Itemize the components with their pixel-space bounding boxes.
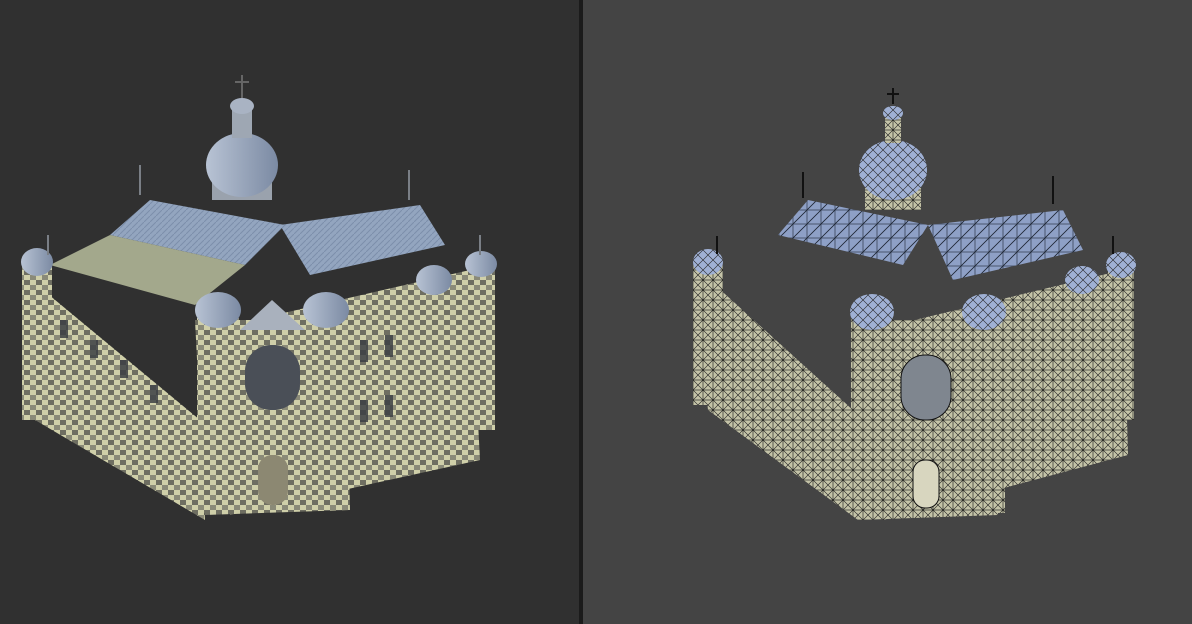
shaded-building-render [21,75,497,520]
tower-front-left-wire [850,294,894,513]
wireframe-building-render [693,88,1136,520]
front-door [258,455,288,505]
right-roof [280,205,445,275]
dome-wire [859,140,927,200]
tower-front-right [303,292,349,508]
wireframe-viewport[interactable] [583,0,1192,624]
tower-left [21,248,53,420]
tower-front-right-wire [962,294,1006,513]
tower-left-wire [693,249,723,405]
dome [206,133,278,197]
model-viewer [0,0,1192,624]
shaded-viewport[interactable] [0,0,579,624]
tower-front-left [195,292,241,513]
right-roof-wire [928,210,1083,280]
front-arch-window [245,345,300,410]
